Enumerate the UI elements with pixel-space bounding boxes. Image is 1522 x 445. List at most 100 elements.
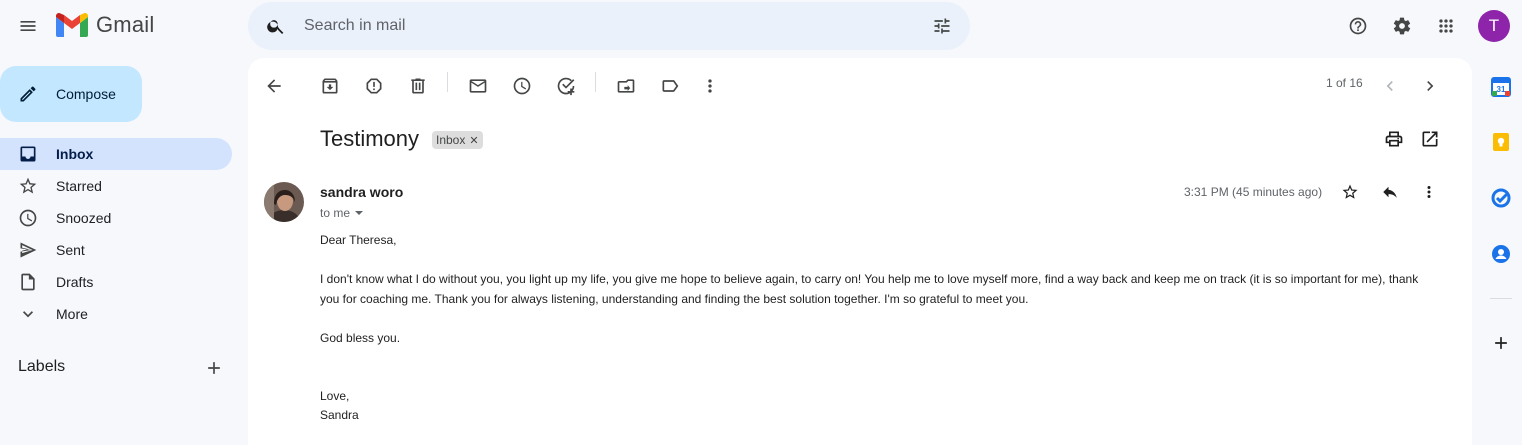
labels-button[interactable] — [650, 66, 690, 106]
pencil-icon — [20, 86, 36, 102]
svg-text:31: 31 — [1497, 85, 1506, 94]
report-spam-button[interactable] — [354, 66, 394, 106]
delete-button[interactable] — [398, 66, 438, 106]
arrow-back-icon — [267, 79, 281, 93]
sidebar-item-more[interactable]: More — [0, 298, 232, 330]
trash-icon — [411, 78, 425, 94]
keep-app-button[interactable] — [1486, 127, 1516, 157]
settings-button[interactable] — [1382, 6, 1422, 46]
sidebar-item-label: More — [56, 306, 88, 322]
calendar-app-button[interactable]: 31 — [1486, 72, 1516, 102]
more-actions-button[interactable] — [690, 66, 730, 106]
older-button[interactable] — [1410, 66, 1450, 106]
keep-icon — [1493, 133, 1509, 151]
google-apps-button[interactable] — [1426, 6, 1466, 46]
get-addons-button[interactable] — [1486, 328, 1516, 358]
main-menu-button[interactable] — [8, 6, 48, 46]
star-icon — [19, 177, 37, 194]
mark-unread-button[interactable] — [458, 66, 498, 106]
message-subject: Testimony — [320, 126, 420, 151]
calendar-icon: 31 — [1491, 77, 1511, 97]
sidebar-item-label: Inbox — [56, 146, 94, 162]
create-label-button[interactable] — [194, 348, 234, 388]
clock-icon — [513, 77, 531, 95]
remove-label-icon[interactable]: ✕ — [469, 134, 478, 147]
gmail-m-icon — [56, 13, 88, 37]
label-chip-text: Inbox — [436, 133, 466, 147]
message-panel: 1 of 16 Testimony Inbox ✕ sandra woro to… — [248, 58, 1472, 445]
account-avatar[interactable]: T — [1478, 10, 1510, 42]
print-all-button[interactable] — [1374, 119, 1414, 159]
plus-icon — [1495, 337, 1507, 349]
chevron-left-icon — [1386, 81, 1393, 91]
pager-count: 1 of 16 — [1326, 76, 1363, 90]
more-vert-icon — [1427, 186, 1431, 198]
help-icon — [1349, 17, 1367, 35]
chevron-right-icon — [1427, 81, 1434, 91]
sidebar-item-starred[interactable]: Starred — [0, 170, 232, 202]
gmail-logo[interactable]: Gmail — [56, 12, 154, 38]
sender-photo — [264, 182, 304, 222]
apps-grid-icon — [1439, 19, 1453, 33]
newer-button[interactable] — [1370, 66, 1410, 106]
compose-button[interactable]: Compose — [0, 66, 142, 122]
print-icon — [1385, 131, 1403, 147]
search-bar[interactable] — [248, 2, 970, 50]
gmail-wordmark: Gmail — [96, 12, 155, 37]
star-icon — [1342, 184, 1358, 199]
open-in-new-icon — [1422, 131, 1438, 147]
report-icon — [366, 78, 382, 94]
inbox-icon — [20, 146, 36, 162]
message-paragraph: I don't know what I do without you, you … — [320, 272, 1419, 306]
help-button[interactable] — [1338, 6, 1378, 46]
folder-move-icon — [617, 79, 635, 93]
compose-label: Compose — [56, 86, 116, 102]
send-icon — [20, 242, 37, 258]
sidebar-item-drafts[interactable]: Drafts — [0, 266, 232, 298]
chevron-down-icon — [23, 311, 33, 318]
reply-icon — [1383, 186, 1397, 198]
contacts-app-button[interactable] — [1486, 239, 1516, 269]
label-chip-inbox[interactable]: Inbox ✕ — [432, 131, 483, 149]
hamburger-menu-icon — [20, 21, 36, 31]
label-icon — [662, 80, 679, 92]
add-to-tasks-button[interactable] — [546, 66, 586, 106]
sidebar-item-snoozed[interactable]: Snoozed — [0, 202, 232, 234]
sidebar-item-label: Sent — [56, 242, 85, 258]
plus-icon — [208, 362, 220, 374]
reply-button[interactable] — [1374, 176, 1406, 208]
sender-name[interactable]: sandra woro — [320, 184, 403, 200]
open-new-window-button[interactable] — [1410, 119, 1450, 159]
tasks-icon — [1491, 188, 1511, 208]
move-to-button[interactable] — [606, 66, 646, 106]
dropdown-arrow-icon — [355, 211, 364, 215]
sidebar-item-label: Drafts — [56, 274, 94, 290]
message-signature: Sandra — [320, 408, 359, 422]
sidebar-item-sent[interactable]: Sent — [0, 234, 232, 266]
side-panel-divider — [1490, 298, 1512, 299]
tasks-app-button[interactable] — [1486, 183, 1516, 213]
gear-icon — [1393, 17, 1411, 35]
message-timestamp: 3:31 PM (45 minutes ago) — [1184, 185, 1323, 199]
tune-icon — [934, 18, 950, 34]
search-input[interactable] — [304, 6, 904, 46]
message-blessing: God bless you. — [320, 331, 401, 345]
sender-avatar[interactable] — [264, 182, 304, 222]
contacts-icon — [1492, 245, 1510, 263]
message-more-button[interactable] — [1413, 176, 1445, 208]
archive-button[interactable] — [310, 66, 350, 106]
mail-icon — [469, 79, 487, 93]
search-icon — [267, 20, 284, 34]
search-options-button[interactable] — [922, 6, 962, 46]
labels-heading: Labels — [18, 358, 66, 375]
recipient-details[interactable]: to me — [320, 206, 364, 220]
star-message-button[interactable] — [1334, 176, 1366, 208]
sidebar-item-inbox[interactable]: Inbox — [0, 138, 232, 170]
back-button[interactable] — [254, 66, 294, 106]
clock-icon — [19, 209, 37, 227]
snooze-button[interactable] — [502, 66, 542, 106]
search-button[interactable] — [256, 6, 296, 46]
draft-icon — [21, 273, 35, 291]
archive-icon — [322, 78, 338, 94]
more-vert-icon — [708, 79, 712, 93]
